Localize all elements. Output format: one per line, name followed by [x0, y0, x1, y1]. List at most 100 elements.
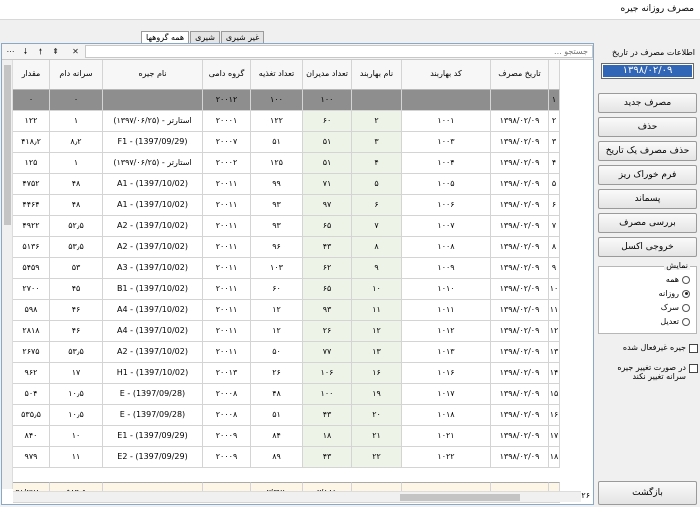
- radio-topdress[interactable]: سرک: [661, 303, 690, 312]
- grid-cell: ۱۰۰۸: [402, 237, 491, 258]
- grid-cell: ۱۸: [303, 426, 352, 447]
- grid-cell: ۱۳۹۸/۰۲/۰۹: [491, 279, 549, 300]
- grid-cell: ۱۰۰۹: [402, 258, 491, 279]
- row-count: ۲۶: [581, 491, 590, 500]
- grid-cell: ۶: [352, 195, 402, 216]
- grid-cell: ۵۴۵۹: [13, 258, 50, 279]
- horizontal-scrollbar[interactable]: [13, 491, 581, 502]
- grid-cell: ۴۳: [303, 447, 352, 468]
- move-first-icon[interactable]: ⇞: [50, 46, 61, 57]
- close-icon[interactable]: ✕: [70, 46, 81, 57]
- radio-all[interactable]: همه: [666, 275, 690, 284]
- grid-cell: ۴۷۵۲: [13, 174, 50, 195]
- grid-cell: ۱۲۲: [251, 111, 303, 132]
- row-number: ۴: [549, 153, 560, 174]
- grid-cell: ۲۰۰۰۹: [203, 447, 251, 468]
- review-consumption-button[interactable]: بررسی مصرف: [598, 213, 697, 233]
- delete-button[interactable]: حذف: [598, 117, 697, 137]
- table-row[interactable]: ۹۷۹ ۱۱ E2 - (1397/09/29) ۲۰۰۰۹ ۸۹ ۴۳ ۲۲ ۱۰۲۲ ۱۳۹…: [2, 447, 593, 468]
- table-row[interactable]: ۲۸۱۸ ۴۶ A4 - (1397/10/02) ۲۰۰۱۱ ۱۲ ۲۶ ۱۲ ۱۰۱۲ ۱۳…: [2, 321, 593, 342]
- grid-cell: E1 - (1397/09/29): [103, 426, 203, 447]
- data-grid[interactable]: مقدار سرانه دام نام جیره گروه دامی تعداد تغذ…: [2, 60, 593, 504]
- grid-cell: ۷۱: [303, 174, 352, 195]
- grid-cell: ۲۰۰۰۸: [203, 384, 251, 405]
- grid-cell: ۱۲: [251, 321, 303, 342]
- horizontal-scroll-thumb[interactable]: [400, 494, 520, 501]
- table-row[interactable]: ۵۱۳۶ ۵۳٫۵ A2 - (1397/10/02) ۲۰۰۱۱ ۹۶ ۴۳ ۸ ۱۰۰۸ ۱…: [2, 237, 593, 258]
- table-row[interactable]: ۸۴۰ ۱۰ E1 - (1397/09/29) ۲۰۰۰۹ ۸۴ ۱۸ ۲۱ ۱۰۲۱ ۱۳۹…: [2, 426, 593, 447]
- row-number: ۱۵: [549, 384, 560, 405]
- grid-cell: ۹۶۲: [13, 363, 50, 384]
- grid-cell: ۱۳۹۸/۰۲/۰۹: [491, 426, 549, 447]
- grid-cell: ۴: [352, 153, 402, 174]
- grid-cell: ۲۰۰۱۱: [203, 237, 251, 258]
- date-field[interactable]: ۱۳۹۸/۰۲/۰۹: [601, 63, 694, 79]
- radio-daily[interactable]: روزانه: [659, 289, 690, 298]
- grid-cell: ۱۰۰۱: [402, 111, 491, 132]
- table-row[interactable]: ۴۷۵۲ ۴۸ A1 - (1397/10/02) ۲۰۰۱۱ ۹۹ ۷۱ ۵ ۱۰۰۵ ۱۳۹…: [2, 174, 593, 195]
- arrow-down-icon[interactable]: 🠗: [20, 46, 31, 57]
- grid-cell: ۵۳٫۵: [50, 237, 103, 258]
- vertical-scrollbar[interactable]: [2, 60, 13, 489]
- row-number: ۱۷: [549, 426, 560, 447]
- grid-cell: ۲۰۰۱۱: [203, 279, 251, 300]
- row-number: ۱۶: [549, 405, 560, 426]
- grid-cell: ۱۳۹۸/۰۲/۰۹: [491, 363, 549, 384]
- grid-cell: ۲۰۰۱۱: [203, 195, 251, 216]
- grid-cell: ۱۰۶: [303, 363, 352, 384]
- tab-dairy[interactable]: شیری: [190, 31, 220, 43]
- table-row-selected[interactable]: ۰ ۰ ۲۰۰۱۲ ۱۰۰ ۱۰۰ ۱: [2, 90, 593, 111]
- export-excel-button[interactable]: خروجی اکسل: [598, 237, 697, 257]
- grid-cell: ۱۳۹۸/۰۲/۰۹: [491, 405, 549, 426]
- table-row[interactable]: ۹۶۲ ۱۷ H1 - (1397/10/02) ۲۰۰۱۳ ۲۶ ۱۰۶ ۱۶ ۱۰۱۶ ۱۳…: [2, 363, 593, 384]
- grid-cell: ۵۱۳۶: [13, 237, 50, 258]
- grid-cell: A4 - (1397/10/02): [103, 321, 203, 342]
- grid-cell: ۲۰۰۱۱: [203, 216, 251, 237]
- table-row[interactable]: ۵۴۵۹ ۵۳ A3 - (1397/10/02) ۲۰۰۱۱ ۱۰۳ ۶۲ ۹ ۱۰۰۹ ۱۳…: [2, 258, 593, 279]
- column-header: گروه دامی: [203, 60, 251, 90]
- table-row[interactable]: ۲۷۰۰ ۴۵ B1 - (1397/10/02) ۲۰۰۱۱ ۶۰ ۶۵ ۱۰ ۱۰۱۰ ۱۳…: [2, 279, 593, 300]
- grid-cell: ۱۲: [352, 321, 402, 342]
- more-icon[interactable]: ⋯: [5, 46, 16, 57]
- table-row[interactable]: ۴۱۸٫۲ ۸٫۲ F1 - (1397/09/29) ۲۰۰۰۷ ۵۱ ۵۱ ۳ ۱۰۰۳ ۱…: [2, 132, 593, 153]
- grid-cell: ۴۸: [50, 195, 103, 216]
- date-label: اطلاعات مصرف در تاریخ: [611, 48, 695, 57]
- grid-cell: ۱۰۰۷: [402, 216, 491, 237]
- table-row[interactable]: ۲۶۷۵ ۵۳٫۵ A2 - (1397/10/02) ۲۰۰۱۱ ۵۰ ۷۷ ۱۳ ۱۰۱۳…: [2, 342, 593, 363]
- table-row[interactable]: ۱۲۲ ۱ استارتر - (۱۳۹۷/۰۶/۲۵) ۲۰۰۰۱ ۱۲۲ ۶۰ ۲ ۱۰۰…: [2, 111, 593, 132]
- grid-cell: A3 - (1397/10/02): [103, 258, 203, 279]
- table-row[interactable]: ۴۹۲۲ ۵۲٫۵ A2 - (1397/10/02) ۲۰۰۱۱ ۹۳ ۶۵ ۷ ۱۰۰۷ ۱…: [2, 216, 593, 237]
- table-row[interactable]: ۵۳۵٫۵ ۱۰٫۵ E - (1397/09/28) ۲۰۰۰۸ ۵۱ ۴۳ ۲۰ ۱۰۱۸…: [2, 405, 593, 426]
- back-button[interactable]: بازگشت: [598, 481, 697, 505]
- tab-all-groups[interactable]: همه گروهها: [141, 31, 190, 43]
- tab-non-dairy[interactable]: غیر شیری: [220, 31, 265, 43]
- grid-cell: ۱۲۵: [13, 153, 50, 174]
- delete-date-consumption-button[interactable]: حذف مصرف یک تاریخ: [598, 141, 697, 161]
- inactive-ration-checkbox[interactable]: جیره غیرفعال شده: [599, 343, 698, 353]
- grid-cell: ۱۰۰: [303, 90, 352, 111]
- grid-cell: ۱۳۹۸/۰۲/۰۹: [491, 132, 549, 153]
- search-input[interactable]: [85, 45, 593, 58]
- arrow-up-icon[interactable]: 🠕: [35, 46, 46, 57]
- radio-adjust[interactable]: تعدیل: [660, 317, 690, 326]
- grid-cell: ۱۳۹۸/۰۲/۰۹: [491, 216, 549, 237]
- leftover-button[interactable]: پسماند: [598, 189, 697, 209]
- grid-cell: ۹۳: [251, 216, 303, 237]
- table-row[interactable]: ۵۰۴ ۱۰٫۵ E - (1397/09/28) ۲۰۰۰۸ ۴۸ ۱۰۰ ۱۹ ۱۰۱۷ ۱…: [2, 384, 593, 405]
- grid-cell: ۶۲: [303, 258, 352, 279]
- keep-per-head-checkbox[interactable]: در صورت تغییر جیره سرانه تغییر نکند: [599, 363, 698, 381]
- vertical-scroll-thumb[interactable]: [4, 65, 11, 225]
- grid-cell: ۱۰۱۰: [402, 279, 491, 300]
- row-number: ۱۳: [549, 342, 560, 363]
- grid-cell: ۲۰: [352, 405, 402, 426]
- grid-cell: [491, 90, 549, 111]
- group-tabs: غیر شیری شیری همه گروهها: [140, 31, 265, 43]
- grid-cell: ۵۱: [303, 132, 352, 153]
- table-row[interactable]: ۵۹۸ ۴۶ A4 - (1397/10/02) ۲۰۰۱۱ ۱۲ ۹۳ ۱۱ ۱۰۱۱ ۱۳۹…: [2, 300, 593, 321]
- column-header: تعداد تغذیه: [251, 60, 303, 90]
- table-row[interactable]: ۱۲۵ ۱ استارتر - (۱۳۹۷/۰۶/۲۵) ۲۰۰۰۲ ۱۲۵ ۵۱ ۴ ۱۰۰…: [2, 153, 593, 174]
- feed-detail-form-button[interactable]: فرم خوراک ریز: [598, 165, 697, 185]
- row-number: ۸: [549, 237, 560, 258]
- new-consumption-button[interactable]: مصرف جدید: [598, 93, 697, 113]
- table-row[interactable]: ۴۴۶۴ ۴۸ A1 - (1397/10/02) ۲۰۰۱۱ ۹۳ ۹۷ ۶ ۱۰۰۶ ۱۳۹…: [2, 195, 593, 216]
